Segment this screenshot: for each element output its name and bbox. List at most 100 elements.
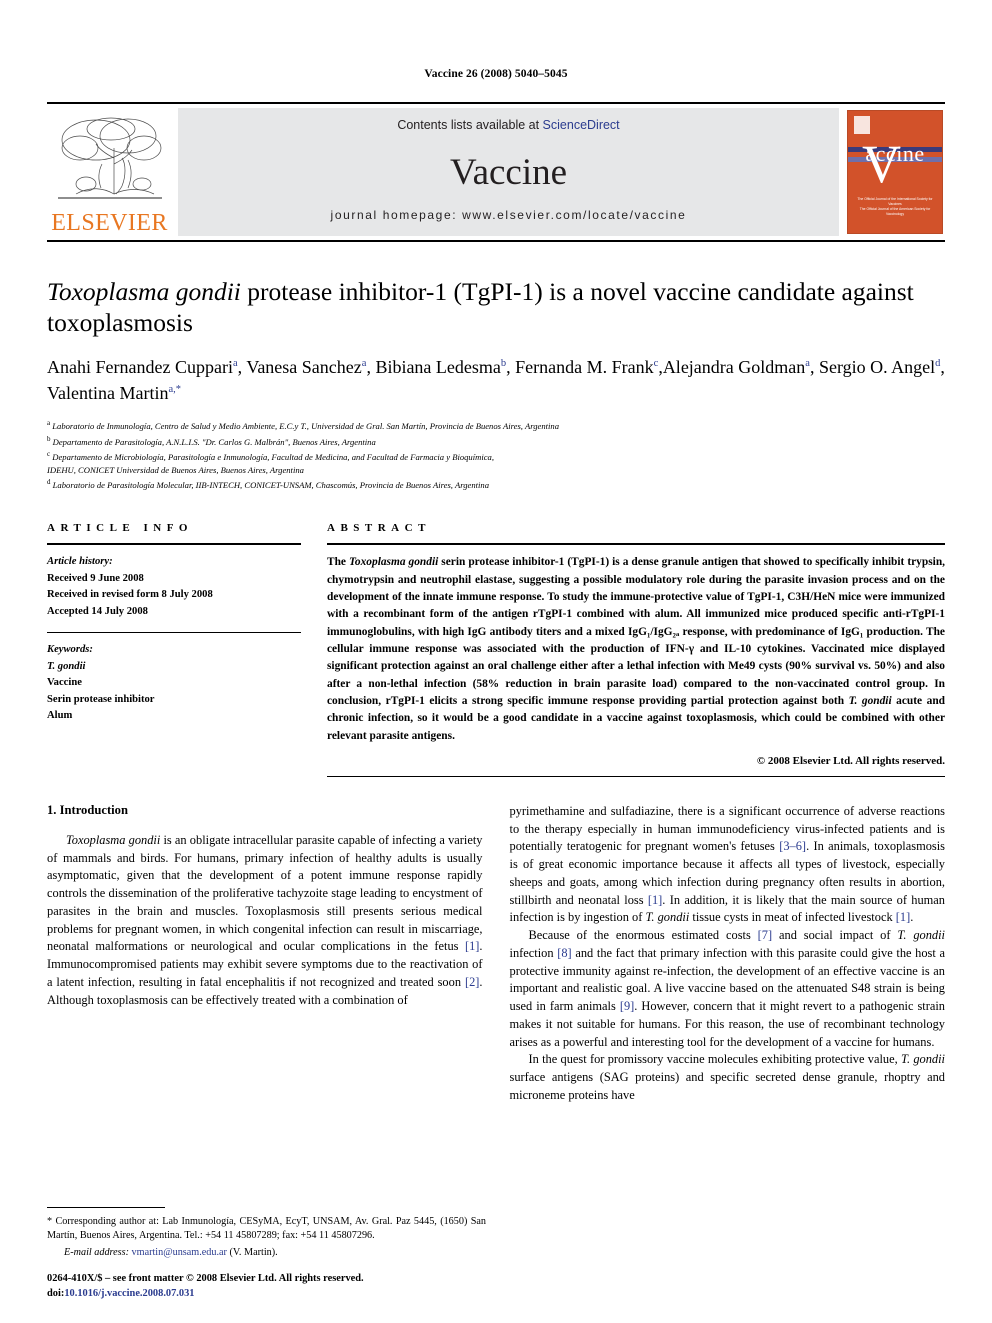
affiliation-text: Laboratorio de Parasitología Molecular, … — [52, 480, 490, 491]
keywords-rule — [47, 632, 301, 634]
banner-bottom-rule — [47, 240, 945, 242]
species-name: Toxoplasma gondii — [66, 833, 161, 848]
article-history-accepted: Accepted 14 July 2008 — [47, 605, 148, 617]
affiliation-item: d Laboratorio de Parasitología Molecular… — [47, 477, 945, 492]
title-block: Toxoplasma gondii protease inhibitor-1 (… — [47, 276, 945, 492]
keywords-heading: Keywords: — [47, 644, 93, 656]
paragraph: Because of the enormous estimated costs … — [510, 927, 946, 1051]
cover-big-letter: V — [862, 134, 901, 194]
doi-prefix: doi: — [47, 1287, 65, 1299]
article-info-label: ARTICLE INFO — [47, 522, 193, 535]
section-heading-introduction: 1. Introduction — [47, 803, 128, 818]
abstract-label: ABSTRACT — [327, 522, 431, 535]
journal-title: Vaccine — [449, 151, 568, 193]
paragraph-text: infection — [509, 945, 558, 960]
author-affiliation-marker: a — [805, 358, 810, 370]
species-name: T. gondii — [900, 1052, 945, 1067]
keyword-item: Serin protease inhibitor — [47, 693, 155, 705]
info-abstract-row: ARTICLE INFO Article history: Received 9… — [47, 522, 945, 778]
author-name: Vanesa Sanchez — [246, 357, 362, 378]
author-affiliation-marker: d — [935, 358, 941, 370]
species-name: T. gondii — [645, 910, 690, 925]
citation-link[interactable]: [8] — [557, 946, 571, 960]
elsevier-logo: ELSEVIER — [47, 108, 172, 236]
author-affiliation-marker: c — [653, 358, 659, 370]
abstract-rule — [327, 543, 945, 546]
citation-link[interactable]: [1] — [648, 893, 662, 907]
citation-link[interactable]: [3–6] — [779, 839, 806, 853]
author-name: Valentina Martin — [47, 383, 169, 404]
author-list: Anahi Fernandez Cupparia, Vanesa Sanchez… — [47, 357, 945, 404]
journal-homepage-link[interactable]: journal homepage: www.elsevier.com/locat… — [331, 208, 687, 222]
article-info-rule — [47, 543, 301, 546]
running-head: Vaccine 26 (2008) 5040–5045 — [424, 68, 568, 80]
species-name: T. gondii — [897, 928, 945, 943]
article-history-heading: Article history: — [47, 556, 113, 568]
paragraph-text: and social impact of — [772, 928, 898, 943]
paragraph-text: tissue cysts in meat of infected livesto… — [689, 910, 896, 925]
article-history-received: Received 9 June 2008 — [47, 572, 144, 584]
body-left-column: 1. Introduction Toxoplasma gondii is an … — [47, 803, 483, 1104]
paragraph-text: is an obligate intracellular parasite ca… — [47, 833, 483, 954]
paragraph: Toxoplasma gondii is an obligate intrace… — [47, 832, 483, 1009]
contents-prefix: Contents lists available at — [397, 118, 543, 132]
cover-footer-line1: The Official Journal of the Internationa… — [857, 196, 933, 206]
affiliation-marker: b — [47, 434, 51, 443]
affiliation-marker: d — [47, 478, 51, 487]
abstract-bottom-rule — [327, 776, 945, 778]
affiliation-marker: a — [47, 419, 51, 428]
sciencedirect-link[interactable]: ScienceDirect — [543, 118, 620, 132]
page-title: Toxoplasma gondii protease inhibitor-1 (… — [47, 276, 945, 338]
citation-link[interactable]: [1] — [896, 910, 910, 924]
author-name: Sergio O. Angel — [818, 357, 936, 378]
banner-center: Contents lists available at ScienceDirec… — [178, 108, 839, 236]
citation-link[interactable]: [9] — [620, 999, 634, 1013]
body-columns: 1. Introduction Toxoplasma gondii is an … — [47, 803, 945, 1104]
article-info-column: ARTICLE INFO Article history: Received 9… — [47, 522, 319, 777]
abstract-text: The Toxoplasma gondii serin protease inh… — [327, 554, 945, 745]
email-note: E-mail address: vmartin@unsam.edu.ar (V.… — [47, 1246, 486, 1261]
author-affiliation-marker: a — [232, 358, 238, 370]
cover-footer: The Official Journal of the Internationa… — [854, 197, 936, 217]
cover-footer-line2: The Official Journal of the American Soc… — [859, 206, 931, 216]
citation-link[interactable]: [2] — [465, 975, 479, 989]
author-affiliation-marker: a — [361, 358, 367, 370]
author-name: Fernanda M. Frank — [515, 357, 654, 378]
paragraph-text: In the quest for promissory vaccine mole… — [528, 1052, 901, 1067]
abstract-species-2: T. gondii — [848, 695, 892, 708]
affiliation-item: b Departamento de Parasitología, A.N.L.I… — [47, 434, 945, 449]
keyword-item: Alum — [47, 710, 73, 722]
affiliation-item: a Laboratorio de Inmunología, Centro de … — [47, 418, 945, 433]
email-link[interactable]: vmartin@unsam.edu.ar — [132, 1247, 227, 1258]
copyright-line: © 2008 Elsevier Ltd. All rights reserved… — [756, 755, 945, 768]
email-label: E-mail address: — [64, 1247, 129, 1259]
email-suffix: (V. Martin). — [226, 1247, 278, 1259]
keyword-item: Vaccine — [47, 677, 82, 689]
author-affiliation-marker: b — [500, 358, 507, 370]
author-name: Bibiana Ledesma — [375, 357, 501, 378]
paragraph: pyrimethamine and sulfadiazine, there is… — [510, 803, 946, 927]
abstract-part2: serin protease inhibitor-1 (TgPI-1) is a… — [327, 556, 945, 708]
affiliation-marker: c — [47, 449, 51, 458]
citation-link[interactable]: [7] — [758, 928, 772, 942]
abstract-species-1: Toxoplasma gondii — [349, 556, 439, 569]
paper-page: Vaccine 26 (2008) 5040–5045 ELSEVIER Con… — [0, 0, 992, 1323]
doi-line: doi:10.1016/j.vaccine.2008.07.031 — [47, 1286, 497, 1301]
footnote-rule — [47, 1206, 165, 1208]
citation-link[interactable]: [1] — [465, 939, 479, 953]
author-name: Anahi Fernandez Cuppari — [47, 357, 233, 378]
issn-doi-block: 0264-410X/$ – see front matter © 2008 El… — [47, 1271, 497, 1301]
contents-available-line: Contents lists available at ScienceDirec… — [397, 118, 619, 132]
paragraph: In the quest for promissory vaccine mole… — [510, 1051, 946, 1104]
paragraph-text: Because of the enormous estimated costs — [528, 928, 758, 943]
body-right-column: pyrimethamine and sulfadiazine, there is… — [510, 803, 946, 1104]
affiliation-item: c Departamento de Microbiología, Parasit… — [47, 449, 945, 464]
elsevier-wordmark: ELSEVIER — [51, 210, 168, 236]
elsevier-tree-icon — [56, 114, 164, 210]
affiliation-text: Departamento de Microbiología, Parasitol… — [52, 451, 494, 462]
footnote-block: * Corresponding author at: Lab Inmunolog… — [47, 1206, 486, 1261]
journal-banner: ELSEVIER Contents lists available at Sci… — [47, 102, 945, 242]
affiliation-text: IDEHU, CONICET Universidad de Buenos Air… — [47, 464, 304, 475]
doi-link[interactable]: 10.1016/j.vaccine.2008.07.031 — [64, 1288, 194, 1299]
keyword-item: T. gondii — [47, 660, 86, 672]
